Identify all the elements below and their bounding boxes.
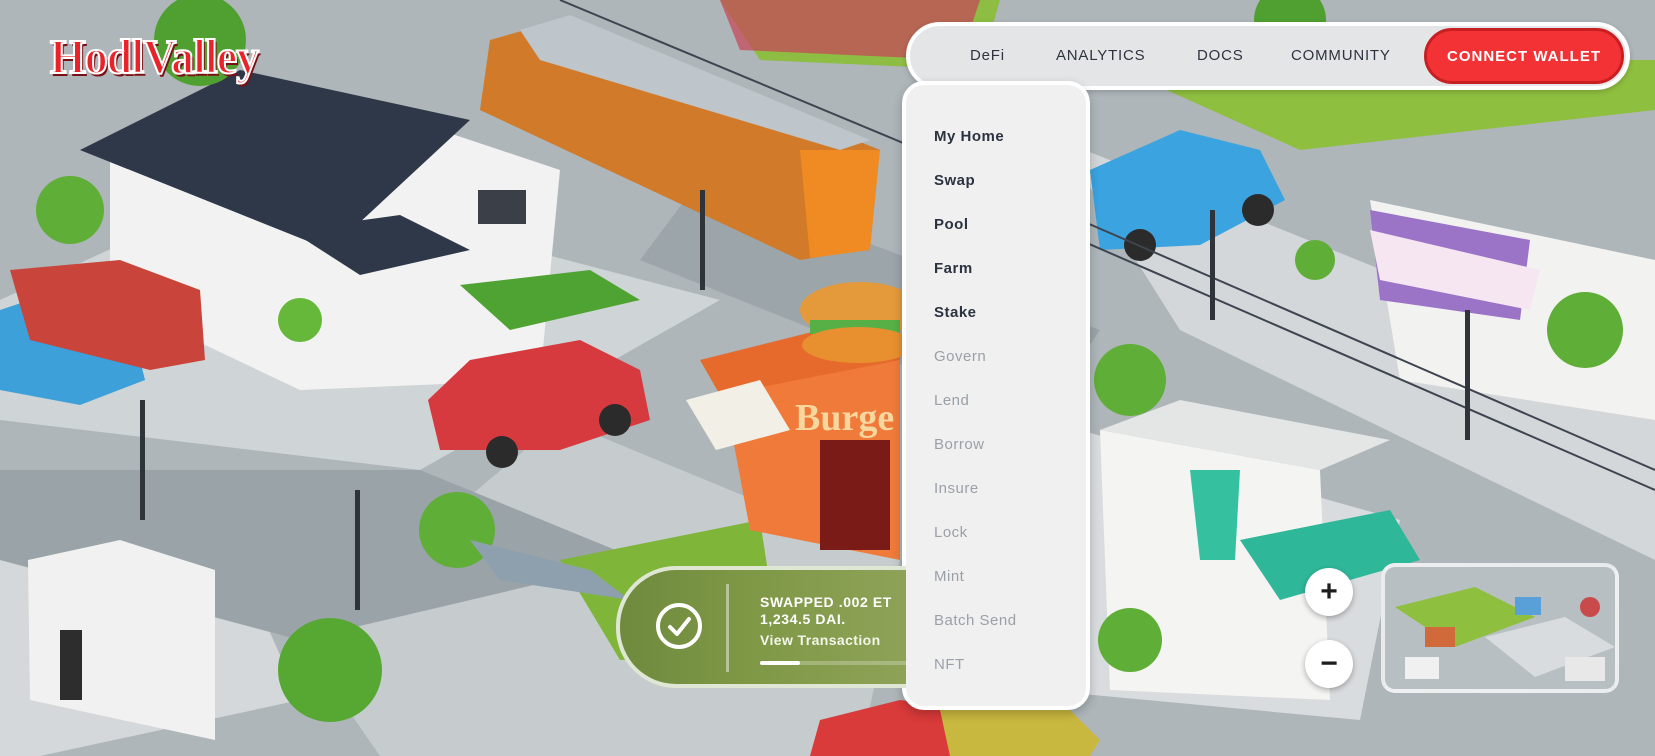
menu-item-govern: Govern bbox=[934, 348, 987, 365]
menu-item-lend: Lend bbox=[934, 392, 970, 409]
connect-wallet-button[interactable]: CONNECT WALLET bbox=[1424, 28, 1624, 84]
transaction-toast: SWAPPED .002 ET 1,234.5 DAI. View Transa… bbox=[616, 566, 906, 688]
menu-item-nft: NFT bbox=[934, 656, 965, 673]
menu-item-swap[interactable]: Swap bbox=[934, 172, 975, 189]
nav-docs[interactable]: DOCS bbox=[1197, 26, 1244, 86]
toast-message: SWAPPED .002 ET 1,234.5 DAI. bbox=[760, 594, 906, 628]
menu-item-borrow: Borrow bbox=[934, 436, 985, 453]
check-icon bbox=[656, 603, 702, 649]
minimap[interactable] bbox=[1381, 563, 1619, 693]
toast-line-1: SWAPPED .002 ET bbox=[760, 594, 892, 610]
menu-item-my-home[interactable]: My Home bbox=[934, 128, 1004, 145]
menu-item-pool[interactable]: Pool bbox=[934, 216, 969, 233]
minimap-preview bbox=[1385, 567, 1615, 689]
nav-analytics[interactable]: ANALYTICS bbox=[1056, 26, 1145, 86]
defi-dropdown-menu: My Home Swap Pool Farm Stake Govern Lend… bbox=[902, 81, 1090, 710]
burger-sign-text: Burge bbox=[795, 397, 894, 439]
view-transaction-link[interactable]: View Transaction bbox=[760, 632, 881, 648]
toast-progress-fill bbox=[760, 661, 800, 665]
hodlvalley-logo[interactable]: HodlValley bbox=[49, 29, 260, 85]
zoom-in-button[interactable]: + bbox=[1305, 568, 1353, 616]
nav-community[interactable]: COMMUNITY bbox=[1291, 26, 1391, 86]
menu-item-stake[interactable]: Stake bbox=[934, 304, 977, 321]
menu-item-mint: Mint bbox=[934, 568, 965, 585]
menu-item-insure: Insure bbox=[934, 480, 979, 497]
toast-line-2: 1,234.5 DAI. bbox=[760, 611, 846, 627]
toast-progress-bar bbox=[760, 661, 906, 665]
menu-item-batch-send: Batch Send bbox=[934, 612, 1017, 629]
top-nav-bar: DeFi ANALYTICS DOCS COMMUNITY CONNECT WA… bbox=[906, 22, 1630, 90]
plus-icon: + bbox=[1320, 575, 1338, 608]
menu-item-lock: Lock bbox=[934, 524, 968, 541]
toast-divider bbox=[726, 584, 729, 672]
minus-icon: − bbox=[1320, 647, 1338, 680]
nav-defi[interactable]: DeFi bbox=[970, 26, 1005, 86]
zoom-out-button[interactable]: − bbox=[1305, 640, 1353, 688]
menu-item-farm[interactable]: Farm bbox=[934, 260, 973, 277]
